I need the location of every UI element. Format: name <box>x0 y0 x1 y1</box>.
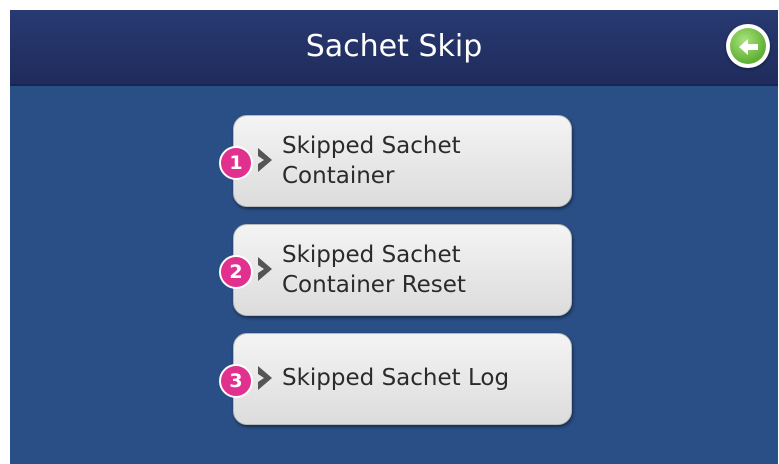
label-line: Container <box>282 163 395 189</box>
skipped-sachet-container-reset-button[interactable]: Skipped Sachet Container Reset <box>233 224 572 316</box>
back-arrow-icon <box>739 39 758 55</box>
label-line: Skipped Sachet Log <box>282 365 510 391</box>
chevron-right-icon <box>258 257 272 281</box>
callout-badge-3: 3 <box>219 364 253 398</box>
page-title: Sachet Skip <box>305 29 483 64</box>
back-button[interactable] <box>726 24 770 68</box>
skipped-sachet-container-button[interactable]: Skipped Sachet Container <box>233 115 572 207</box>
title-bar: Sachet Skip <box>10 10 778 86</box>
label-line: Skipped Sachet <box>282 242 461 268</box>
callout-badge-1: 1 <box>219 146 253 180</box>
button-label: Skipped Sachet Container Reset <box>282 240 466 300</box>
button-label: Skipped Sachet Container <box>282 131 461 191</box>
callout-badge-2: 2 <box>219 255 253 289</box>
chevron-right-icon <box>258 148 272 172</box>
button-label: Skipped Sachet Log <box>282 363 509 393</box>
label-line: Container Reset <box>282 272 466 298</box>
screen: Sachet Skip Skipped Sachet Container Ski… <box>10 10 778 464</box>
chevron-right-icon <box>258 366 272 390</box>
label-line: Skipped Sachet <box>282 133 461 159</box>
skipped-sachet-log-button[interactable]: Skipped Sachet Log <box>233 333 572 425</box>
back-button-face[interactable] <box>730 28 766 64</box>
